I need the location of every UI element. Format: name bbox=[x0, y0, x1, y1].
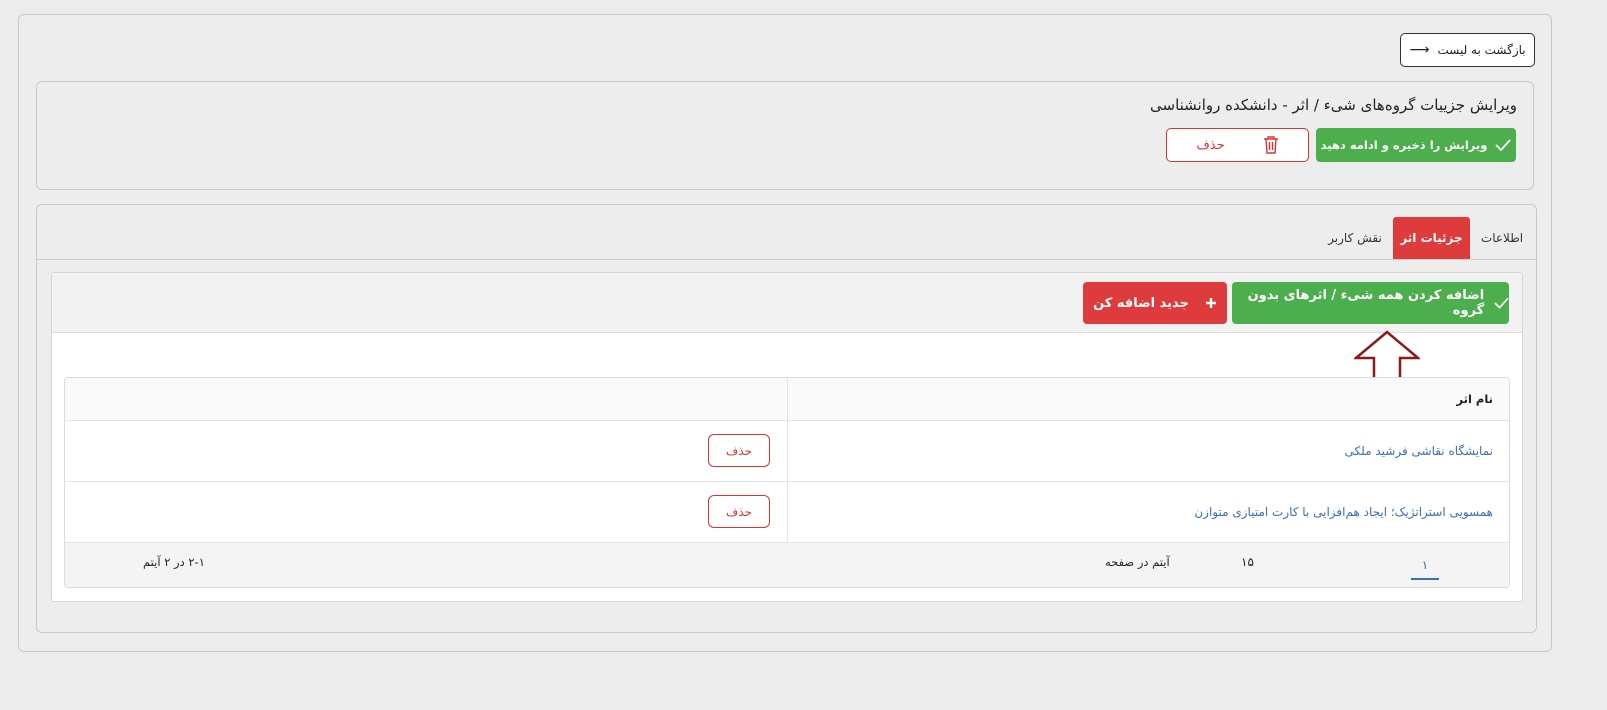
add-all-ungrouped-button[interactable]: اضافه کردن همه شیء / اثرهای بدون گروه bbox=[1232, 282, 1509, 324]
tab-user-role[interactable]: نقش کاربر bbox=[1322, 217, 1388, 259]
check-icon bbox=[1495, 139, 1512, 151]
check-icon bbox=[1494, 297, 1509, 309]
row-name-cell: همسویی استراتژیک؛ ایجاد هم‌افزایی با کار… bbox=[787, 482, 1509, 542]
work-link[interactable]: همسویی استراتژیک؛ ایجاد هم‌افزایی با کار… bbox=[1194, 505, 1493, 519]
trash-icon bbox=[1263, 136, 1278, 154]
arrow-right-icon: ⟶ bbox=[1409, 42, 1430, 58]
table-row: نمایشگاه نقاشی فرشید ملکی حذف bbox=[65, 421, 1509, 482]
delete-row-button[interactable]: حذف bbox=[708, 495, 770, 528]
tab-work-details[interactable]: جزئیات اثر bbox=[1393, 217, 1470, 259]
row-action-cell: حذف bbox=[65, 421, 788, 481]
works-grid: نام اثر نمایشگاه نقاشی فرشید ملکی حذف هم… bbox=[64, 377, 1510, 588]
grid-header-row: نام اثر bbox=[65, 378, 1509, 421]
tab-divider bbox=[37, 259, 1536, 260]
save-and-continue-label: ویرایش را ذخیره و ادامه دهید bbox=[1320, 138, 1488, 152]
delete-row-button[interactable]: حذف bbox=[708, 434, 770, 467]
pager: ۱ ۱۵ آیتم در صفحه ۲-۱ در ۲ آیتم bbox=[65, 543, 1509, 587]
pager-info: ۲-۱ در ۲ آیتم bbox=[143, 555, 205, 569]
plus-icon bbox=[1205, 298, 1216, 308]
column-header-name-label: نام اثر bbox=[1456, 392, 1493, 406]
add-all-ungrouped-label: اضافه کردن همه شیء / اثرهای بدون گروه bbox=[1247, 288, 1485, 318]
delete-group-label: حذف bbox=[1196, 137, 1225, 153]
table-row: همسویی استراتژیک؛ ایجاد هم‌افزایی با کار… bbox=[65, 482, 1509, 543]
add-new-label: جدید اضافه کن bbox=[1093, 295, 1189, 311]
save-and-continue-button[interactable]: ویرایش را ذخیره و ادامه دهید bbox=[1316, 128, 1516, 162]
delete-group-button[interactable]: حذف bbox=[1166, 128, 1309, 162]
page-title: ویرایش جزییات گروه‌های شیء / اثر - دانشک… bbox=[1150, 96, 1517, 114]
row-action-cell: حذف bbox=[65, 482, 788, 542]
column-header-name[interactable]: نام اثر bbox=[787, 378, 1509, 420]
page-size-select[interactable]: ۱۵ bbox=[1241, 555, 1254, 569]
column-header-actions bbox=[65, 378, 788, 420]
page-number-current[interactable]: ۱ bbox=[1411, 552, 1439, 580]
back-to-list-button[interactable]: بازگشت به لیست ⟶ bbox=[1400, 33, 1535, 67]
work-link[interactable]: نمایشگاه نقاشی فرشید ملکی bbox=[1345, 444, 1493, 458]
row-name-cell: نمایشگاه نقاشی فرشید ملکی bbox=[787, 421, 1509, 481]
add-new-button[interactable]: جدید اضافه کن bbox=[1083, 282, 1227, 324]
tab-info[interactable]: اطلاعات bbox=[1472, 217, 1532, 259]
page-size-label: آیتم در صفحه bbox=[1105, 555, 1170, 569]
back-to-list-label: بازگشت به لیست bbox=[1437, 43, 1526, 57]
